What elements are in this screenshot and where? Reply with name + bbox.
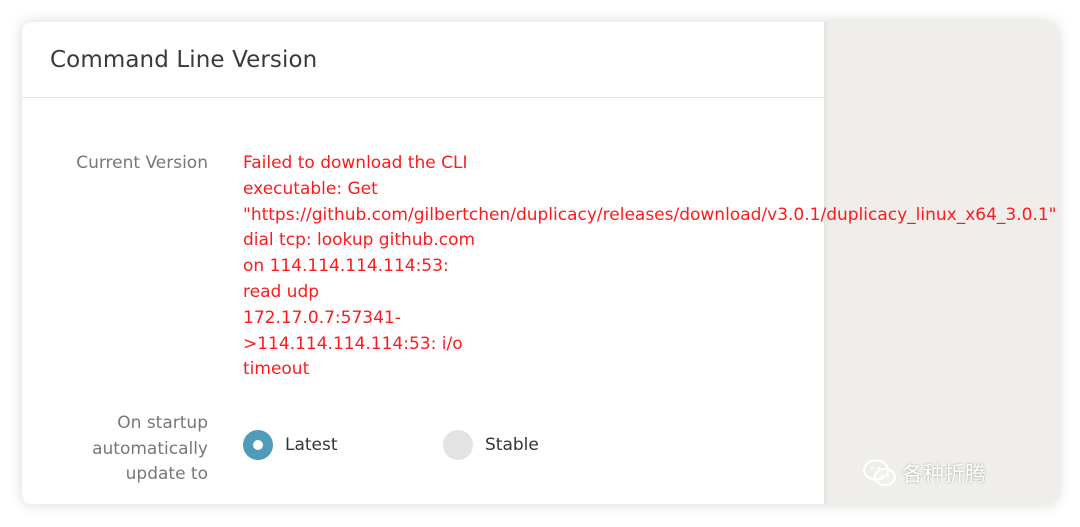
watermark-text: 各种折腾 xyxy=(902,462,986,486)
latest-radio-label: Latest xyxy=(285,435,338,455)
cli-download-error-text: Failed to download the CLI executable: G… xyxy=(243,153,1058,380)
latest-radio-button[interactable] xyxy=(243,430,273,460)
current-version-label: Current Version xyxy=(76,153,208,173)
panel-header: Command Line Version xyxy=(22,22,824,98)
startup-update-label: On startup automatically update to xyxy=(92,413,208,484)
stable-radio-button[interactable] xyxy=(443,430,473,460)
latest-radio-option[interactable]: Latest xyxy=(243,430,338,460)
watermark: 各种折腾 xyxy=(862,458,986,488)
command-line-version-panel: Command Line Version Current Version Fai… xyxy=(22,22,1058,504)
stable-radio-label: Stable xyxy=(485,435,539,455)
wechat-icon xyxy=(863,459,896,486)
app-window: Command Line Version Current Version Fai… xyxy=(22,22,1058,504)
stable-radio-option[interactable]: Stable xyxy=(443,430,539,460)
panel-title: Command Line Version xyxy=(50,46,318,73)
